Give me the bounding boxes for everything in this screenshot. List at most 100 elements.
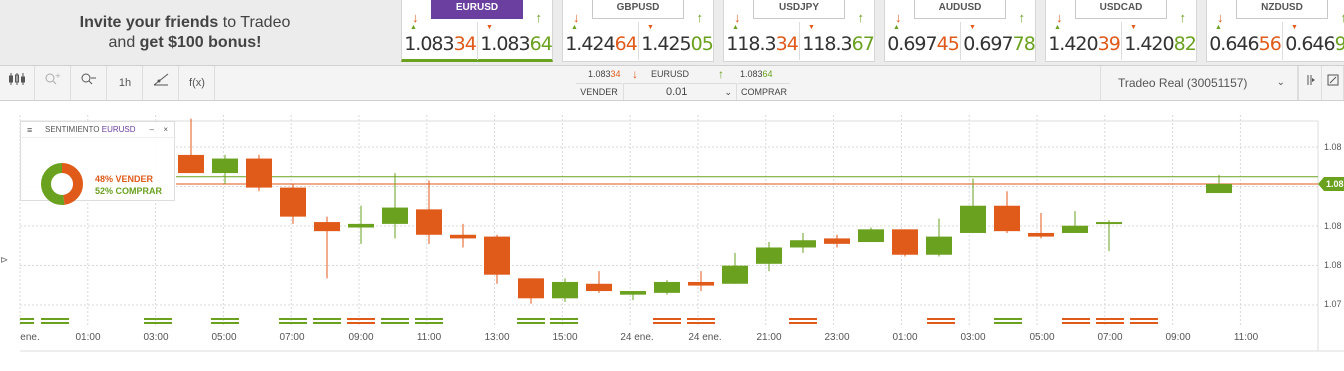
pair-widget-usdjpy[interactable]: USDJPY ↓ ↑ ▲ ▼ 118.334 118.367 (723, 0, 875, 62)
ask-price[interactable]: 118.367 (800, 33, 876, 55)
signal-marker (550, 322, 578, 324)
zoom-in-icon[interactable]: + (36, 66, 71, 100)
pair-widget-gbpusd[interactable]: GBPUSD ↓ ↑ ▲ ▼ 1.42464 1.42505 (562, 0, 714, 62)
bid-price[interactable]: 118.334 (724, 33, 800, 55)
edit-icon[interactable] (1322, 66, 1344, 100)
candle-body (654, 281, 680, 293)
signal-marker (1130, 322, 1158, 324)
chevron-down-icon: ⌄ (1276, 77, 1285, 88)
up-tick-icon: ▲ (893, 24, 900, 31)
expand-panel-icon[interactable]: ⊳ (0, 255, 8, 266)
signal-marker (927, 318, 955, 320)
up-tick-icon: ▲ (732, 24, 739, 31)
bid-price[interactable]: 1.08334 (402, 33, 478, 55)
pair-widget-eurusd[interactable]: EURUSD ↓ ↑ ▲ ▼ 1.08334 1.08364 (401, 0, 553, 62)
signal-marker (279, 318, 307, 320)
sell-arrow-icon: ↓ (734, 10, 741, 25)
signal-marker (1062, 322, 1090, 324)
candle-body (416, 209, 442, 235)
pair-widget-audusd[interactable]: AUDUSD ↓ ↑ ▲ ▼ 0.69745 0.69778 (884, 0, 1036, 62)
candle-body (552, 281, 578, 299)
time-axis-label: 01:00 (892, 332, 917, 343)
signal-marker (41, 318, 69, 320)
pair-widget-nzdusd[interactable]: NZDUSD ↓ ↑ ▲ ▼ 0.646560.64697 (1206, 0, 1344, 62)
signal-marker (1096, 318, 1124, 320)
bid-price[interactable]: 1.42039 (1046, 33, 1122, 55)
candle-body (892, 229, 918, 255)
pair-symbol[interactable]: USDCAD (1075, 0, 1167, 19)
ask-price[interactable]: 1.42505 (639, 33, 715, 55)
candle-body (348, 223, 374, 228)
time-axis-label: 15:00 (552, 332, 577, 343)
candle-body (790, 240, 816, 248)
minimize-icon[interactable]: – (150, 122, 154, 138)
sell-button[interactable]: VENDER (576, 83, 622, 100)
signal-marker (347, 322, 375, 324)
ask-price[interactable]: 1.08364 (478, 33, 554, 55)
candle-body (314, 222, 340, 232)
buy-arrow-icon: ↑ (696, 10, 704, 25)
promo-line2-bold: get $100 bonus! (139, 34, 262, 51)
signal-marker (313, 318, 341, 320)
ask-price[interactable]: 0.64697 (1283, 33, 1344, 55)
buy-button[interactable]: COMPRAR (738, 83, 790, 100)
price-chart[interactable]: ene. 01:00 03:00 05:00 07:00 09:00 11:00 13:00 1… (0, 101, 1344, 371)
ask-price[interactable]: 0.69778 (961, 33, 1037, 55)
indicators-button[interactable]: f(x) (180, 66, 215, 100)
ask-price[interactable]: 1.42082 (1122, 33, 1198, 55)
bid-price[interactable]: 0.69745 (885, 33, 961, 55)
signal-marker (20, 322, 34, 324)
candlestick-icon[interactable] (0, 66, 35, 100)
price-axis-label: 1.08 (1324, 221, 1342, 231)
sell-arrow-icon: ↓ (1056, 10, 1063, 25)
invite-promo[interactable]: Invite your friends to Tradeo and get $1… (0, 0, 370, 66)
buy-arrow-icon: ↑ (1018, 10, 1026, 25)
pair-symbol[interactable]: NZDUSD (1236, 0, 1328, 19)
time-axis-label: 05:00 (211, 332, 236, 343)
account-selector[interactable]: Tradeo Real (30051157) ⌄ (1100, 66, 1298, 100)
candle-body (722, 265, 748, 284)
time-axis-label: 07:00 (1097, 332, 1122, 343)
down-tick-icon: ▼ (1291, 24, 1298, 31)
price-axis-label: 1.07 (1324, 299, 1342, 309)
signal-marker (1130, 318, 1158, 320)
candle-body (212, 158, 238, 174)
chevron-down-icon: ⌄ (724, 87, 732, 97)
amount-select[interactable]: 0.01 ⌄ (623, 83, 737, 100)
sell-arrow-icon: ↓ (1217, 10, 1224, 25)
buy-arrow-icon: ↑ (718, 67, 724, 81)
pair-symbol[interactable]: GBPUSD (592, 0, 684, 19)
zoom-out-icon[interactable] (72, 66, 107, 100)
signal-marker (517, 322, 545, 324)
pair-symbol[interactable]: EURUSD (431, 0, 523, 19)
pair-widget-usdcad[interactable]: USDCAD ↓ ↑ ▲ ▼ 1.42039 1.42082 (1045, 0, 1197, 62)
draw-line-icon[interactable] (144, 66, 179, 100)
bid-price[interactable]: 1.42464 (563, 33, 639, 55)
candle-body (484, 236, 510, 275)
signal-marker (927, 322, 955, 324)
account-label: Tradeo Real (30051157) (1118, 76, 1248, 90)
menu-icon[interactable]: ≡ (27, 122, 32, 138)
signal-marker (279, 322, 307, 324)
top-bar: Invite your friends to Tradeo and get $1… (0, 0, 1344, 66)
split-view-icon[interactable] (1298, 66, 1322, 100)
signal-marker (517, 318, 545, 320)
current-price-label: 1.08 (1326, 179, 1344, 189)
candle-body (960, 205, 986, 233)
signal-marker (994, 318, 1022, 320)
time-axis-label: 11:00 (1234, 332, 1259, 343)
time-axis-label: 09:00 (1165, 332, 1190, 343)
candle-body (518, 278, 544, 299)
candle-body (756, 247, 782, 264)
candle-body (620, 291, 646, 295)
pair-symbol[interactable]: AUDUSD (914, 0, 1006, 19)
pair-symbol[interactable]: USDJPY (753, 0, 845, 19)
time-axis-label: 05:00 (1029, 332, 1054, 343)
close-icon[interactable]: × (163, 122, 168, 138)
time-axis-label: 21:00 (756, 332, 781, 343)
promo-line1-bold: Invite your friends (79, 14, 219, 31)
promo-line2-text: and (108, 34, 140, 51)
candle-body (586, 283, 612, 292)
timeframe-button[interactable]: 1h (108, 66, 143, 100)
bid-price[interactable]: 0.64656 (1207, 33, 1283, 55)
